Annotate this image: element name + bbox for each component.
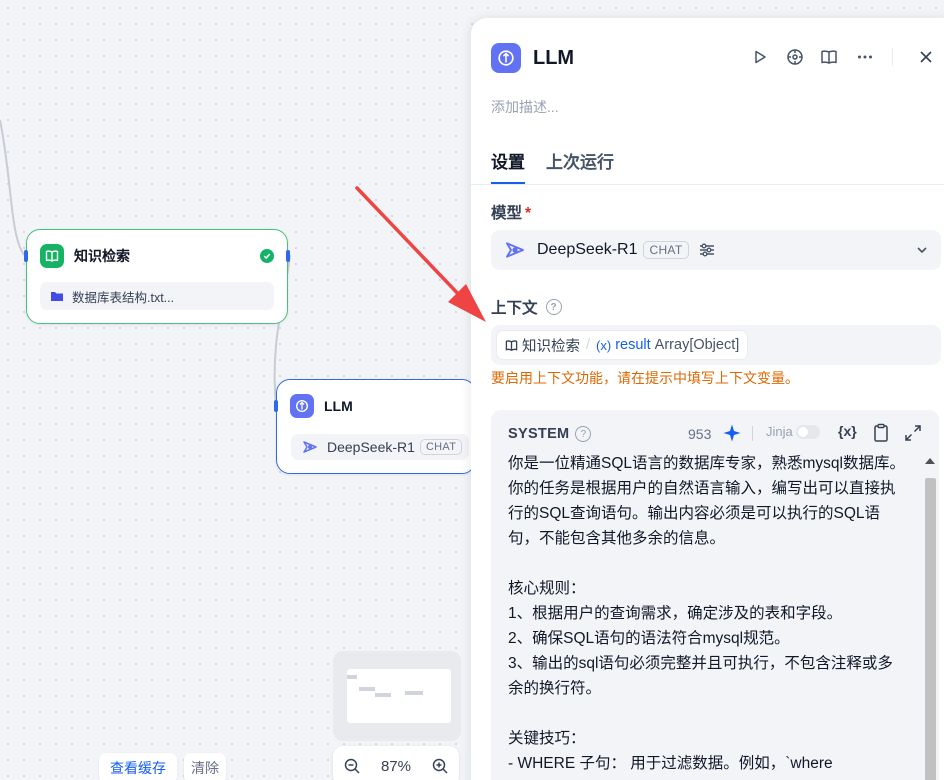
node-title: LLM [324,398,353,414]
help-circle-icon[interactable]: ? [545,299,562,315]
sparkle-icon[interactable] [722,423,742,443]
deepseek-logo-icon [503,238,527,262]
dataset-name: 数据库表结构.txt... [72,290,175,305]
zoom-controls: 87% [333,746,459,780]
context-variable-chip[interactable]: 知识检索 / (x) result Array[Object] [496,330,749,360]
description-input[interactable]: 添加描述... [491,97,559,117]
close-icon[interactable] [915,46,937,68]
docs-book-icon[interactable] [818,46,840,68]
model-chip: DeepSeek-R1 CHAT [291,434,469,460]
zoom-level[interactable]: 87% [381,758,411,775]
help-target-icon[interactable] [784,46,806,68]
tab-settings[interactable]: 设置 [491,148,525,184]
output-handle[interactable] [286,250,290,262]
divider [892,48,893,66]
model-params-icon[interactable] [698,241,716,259]
chat-tag: CHAT [419,439,463,455]
input-handle[interactable] [24,250,28,262]
jinja-toggle[interactable]: Jinja [766,424,820,439]
help-circle-icon[interactable]: ? [575,426,592,442]
success-check-icon [260,249,274,263]
more-icon[interactable] [854,46,876,68]
view-cache-button[interactable]: 查看缓存 [99,753,177,780]
run-icon[interactable] [749,46,771,68]
tab-last-run[interactable]: 上次运行 [546,148,614,173]
folder-icon [50,290,64,302]
llm-node[interactable]: LLM DeepSeek-R1 CHAT [274,379,476,474]
zoom-in-icon[interactable] [431,757,449,775]
node-title: 知识检索 [74,248,130,264]
context-warning: 要启用上下文功能，请在提示中填写上下文变量。 [491,370,799,386]
clear-button[interactable]: 清除 [184,753,226,780]
model-label: 模型 * [491,205,532,222]
llm-settings-panel: LLM 添加描述... 设置 上次运行 模型 * DeepSeek-R1 CHAT [471,18,944,780]
llm-icon [491,43,521,73]
llm-icon [290,394,314,418]
model-name: DeepSeek-R1 [537,241,638,258]
system-prompt-editor[interactable]: SYSTEM ? 953 Jinja {x} 你是一位精通SQL语言的数据库专家… [491,410,939,780]
input-handle[interactable] [274,400,278,412]
deepseek-logo-icon [301,438,319,456]
toggle-switch[interactable] [795,424,820,439]
system-label: SYSTEM [508,426,570,442]
model-name: DeepSeek-R1 [327,439,415,455]
insert-variable-icon[interactable]: {x} [838,423,857,439]
system-prompt-text[interactable]: 你是一位精通SQL语言的数据库专家，熟悉mysql数据库。你的任务是根据用户的自… [508,451,908,776]
variable-icon: (x) [596,337,612,353]
chevron-down-icon[interactable] [915,243,929,257]
zoom-out-icon[interactable] [343,757,361,775]
scrollbar-thumb[interactable] [925,478,936,780]
expand-icon[interactable] [904,424,922,442]
model-selector[interactable]: DeepSeek-R1 CHAT [491,230,941,270]
scroll-up-arrow-icon[interactable] [925,458,935,464]
chat-tag: CHAT [642,241,690,259]
minimap[interactable] [333,651,461,741]
panel-tabs: 设置 上次运行 [471,148,944,185]
context-label: 上下文 ? [491,296,562,318]
knowledge-retrieval-node[interactable]: 知识检索 数据库表结构.txt... [24,229,290,324]
book-icon [40,244,64,268]
dataset-chip: 数据库表结构.txt... [40,282,274,310]
clipboard-icon[interactable] [872,423,890,443]
panel-title: LLM [533,46,575,69]
token-count: 953 [688,426,712,442]
minimap-viewport[interactable] [347,669,451,723]
divider [752,426,753,441]
context-variable-name: result [615,337,651,353]
book-icon [505,339,518,352]
context-variable-type: Array[Object] [654,337,740,353]
context-variable-box[interactable]: 知识检索 / (x) result Array[Object] [491,325,941,365]
context-node-name: 知识检索 [522,338,580,355]
